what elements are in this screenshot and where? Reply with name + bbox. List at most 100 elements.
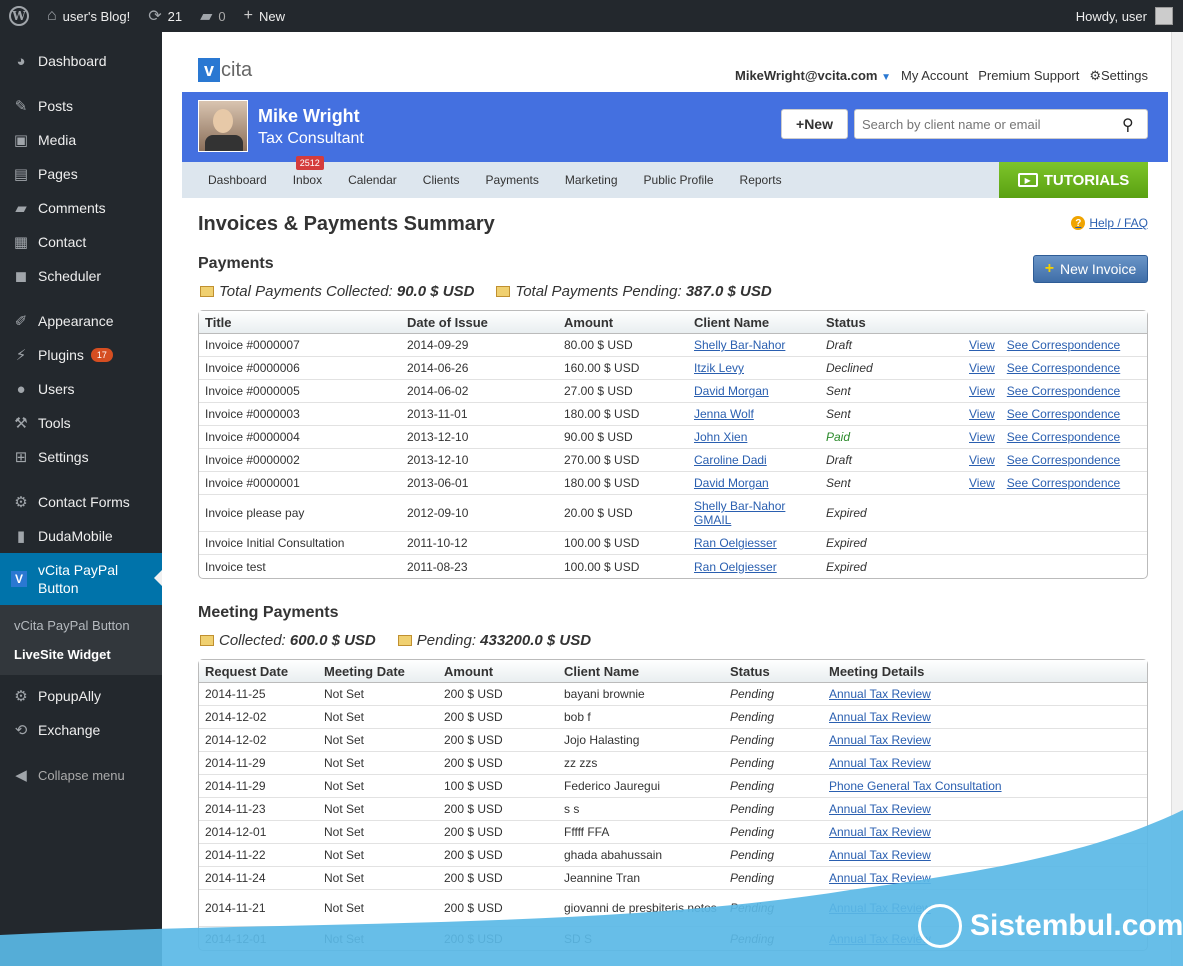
view-link[interactable]: View <box>969 384 995 398</box>
menu-label: Users <box>38 381 75 397</box>
new-label: New <box>258 8 285 24</box>
pending-total: Total Payments Pending: 387.0 $ USD <box>496 283 772 300</box>
meeting-details-link[interactable]: Annual Tax Review <box>829 756 931 770</box>
menu-scheduler[interactable]: ◼ Scheduler <box>0 259 162 293</box>
updates-count: 21 <box>167 8 183 24</box>
tab-marketing[interactable]: Marketing <box>552 162 631 198</box>
cell-correspondence: See Correspondence <box>1000 334 1147 357</box>
settings-label: Settings <box>1101 68 1148 83</box>
menu-tools[interactable]: ⚒ Tools <box>0 406 162 440</box>
premium-support-link[interactable]: Premium Support <box>978 68 1079 84</box>
tab-payments[interactable]: Payments <box>472 162 551 198</box>
view-link[interactable]: View <box>969 338 995 352</box>
cell-details: Annual Tax Review <box>823 683 1147 706</box>
help-faq-link[interactable]: ? Help / FAQ <box>1071 216 1148 230</box>
meeting-details-link[interactable]: Annual Tax Review <box>829 687 931 701</box>
meeting-details-link[interactable]: Annual Tax Review <box>829 710 931 724</box>
my-account-link[interactable]: My Account <box>901 68 968 84</box>
settings-link[interactable]: ⚙Settings <box>1089 68 1148 84</box>
profile-role: Tax Consultant <box>258 130 364 147</box>
menu-appearance[interactable]: ✐ Appearance <box>0 304 162 338</box>
menu-plugins[interactable]: ⚡ Plugins 17 <box>0 338 162 372</box>
account-email-dropdown[interactable]: MikeWright@vcita.com ▼ <box>735 68 891 84</box>
tab-inbox[interactable]: 2512 Inbox <box>280 156 335 198</box>
see-correspondence-link[interactable]: See Correspondence <box>1007 384 1120 398</box>
menu-pages[interactable]: ▤ Pages <box>0 157 162 191</box>
menu-settings[interactable]: ⊞ Settings <box>0 440 162 474</box>
see-correspondence-link[interactable]: See Correspondence <box>1007 430 1120 444</box>
admin-menu: ◕ Dashboard ✎ Posts ▣ Media ▤ Pages ▰ Comment… <box>0 32 162 966</box>
table-row: Invoice please pay 2012-09-10 20.00 $ US… <box>199 495 1147 532</box>
menu-dudamobile[interactable]: ▮ DudaMobile <box>0 519 162 553</box>
client-link[interactable]: David Morgan <box>694 384 769 398</box>
client-link[interactable]: Ran Oelgiesser <box>694 560 777 574</box>
new-button[interactable]: + New <box>781 109 848 139</box>
see-correspondence-link[interactable]: See Correspondence <box>1007 338 1120 352</box>
see-correspondence-link[interactable]: See Correspondence <box>1007 407 1120 421</box>
client-link[interactable]: Shelly Bar-Nahor <box>694 338 785 352</box>
updates-link[interactable]: ⟳ 21 <box>139 0 191 32</box>
menu-media[interactable]: ▣ Media <box>0 123 162 157</box>
tab-calendar[interactable]: Calendar <box>335 162 410 198</box>
meeting-details-link[interactable]: Annual Tax Review <box>829 733 931 747</box>
see-correspondence-link[interactable]: See Correspondence <box>1007 453 1120 467</box>
menu-exchange[interactable]: ⟲ Exchange <box>0 713 162 747</box>
meeting-details-link[interactable]: Annual Tax Review <box>829 871 931 885</box>
menu-contact[interactable]: ▦ Contact <box>0 225 162 259</box>
menu-dashboard[interactable]: ◕ Dashboard <box>0 44 162 78</box>
meeting-details-link[interactable]: Phone General Tax Consultation <box>829 779 1002 793</box>
view-link[interactable]: View <box>969 476 995 490</box>
tutorials-button[interactable]: ▶ TUTORIALS <box>999 162 1148 198</box>
meeting-details-link[interactable]: Annual Tax Review <box>829 802 931 816</box>
cell-correspondence: See Correspondence <box>1000 472 1147 495</box>
menu-users[interactable]: ● Users <box>0 372 162 406</box>
cell-amount: 200 $ USD <box>438 729 558 752</box>
submenu-vcita-paypal[interactable]: vCita PayPal Button <box>0 611 162 640</box>
cell-amount: 180.00 $ USD <box>558 472 688 495</box>
client-link[interactable]: David Morgan <box>694 476 769 490</box>
search-input[interactable] <box>854 109 1148 139</box>
search-icon[interactable]: ⚲ <box>1122 115 1134 135</box>
meeting-details-link[interactable]: Annual Tax Review <box>829 848 931 862</box>
submenu-livesite-widget[interactable]: LiveSite Widget <box>0 640 162 669</box>
view-link[interactable]: View <box>969 407 995 421</box>
view-link[interactable]: View <box>969 361 995 375</box>
scrollbar[interactable] <box>1171 32 1183 966</box>
collapse-menu-button[interactable]: ◀ Collapse menu <box>0 758 162 792</box>
wp-logo-menu[interactable]: W <box>0 0 38 32</box>
menu-contact-forms[interactable]: ⚙ Contact Forms <box>0 485 162 519</box>
client-link[interactable]: John Xien <box>694 430 747 444</box>
client-link[interactable]: Caroline Dadi <box>694 453 767 467</box>
table-row: Invoice #0000005 2014-06-02 27.00 $ USD … <box>199 380 1147 403</box>
meeting-payments-title: Meeting Payments <box>198 604 339 621</box>
cell-client: Fffff FFA <box>558 821 724 844</box>
view-link[interactable]: View <box>969 430 995 444</box>
my-account-link[interactable]: Howdy, user <box>1067 0 1183 32</box>
tab-dashboard[interactable]: Dashboard <box>182 162 280 198</box>
see-correspondence-link[interactable]: See Correspondence <box>1007 476 1120 490</box>
collapse-icon: ◀ <box>15 767 27 784</box>
see-correspondence-link[interactable]: See Correspondence <box>1007 361 1120 375</box>
cell-amount: 160.00 $ USD <box>558 357 688 380</box>
cell-amount: 200 $ USD <box>438 706 558 729</box>
comments-link[interactable]: ▰ 0 <box>191 0 235 32</box>
client-link[interactable]: Itzik Levy <box>694 361 744 375</box>
client-link[interactable]: Shelly Bar-Nahor GMAIL <box>694 499 785 527</box>
meeting-details-link[interactable]: Annual Tax Review <box>829 825 931 839</box>
menu-vcita-paypal[interactable]: VvCita PayPal Button <box>0 553 162 605</box>
meeting-details-link[interactable]: Annual Tax Review <box>829 901 931 915</box>
meeting-details-link[interactable]: Annual Tax Review <box>829 932 931 946</box>
new-invoice-button[interactable]: + New Invoice <box>1033 255 1148 283</box>
view-link[interactable]: View <box>969 453 995 467</box>
client-link[interactable]: Ran Oelgiesser <box>694 536 777 550</box>
tab-public-profile[interactable]: Public Profile <box>631 162 727 198</box>
client-link[interactable]: Jenna Wolf <box>694 407 754 421</box>
new-content-link[interactable]: + New <box>235 0 294 32</box>
tab-clients[interactable]: Clients <box>410 162 473 198</box>
site-name-link[interactable]: ⌂ user's Blog! <box>38 0 139 32</box>
menu-posts[interactable]: ✎ Posts <box>0 89 162 123</box>
menu-comments[interactable]: ▰ Comments <box>0 191 162 225</box>
money-icon <box>200 286 214 297</box>
menu-popupally[interactable]: ⚙ PopupAlly <box>0 679 162 713</box>
tab-reports[interactable]: Reports <box>727 162 795 198</box>
